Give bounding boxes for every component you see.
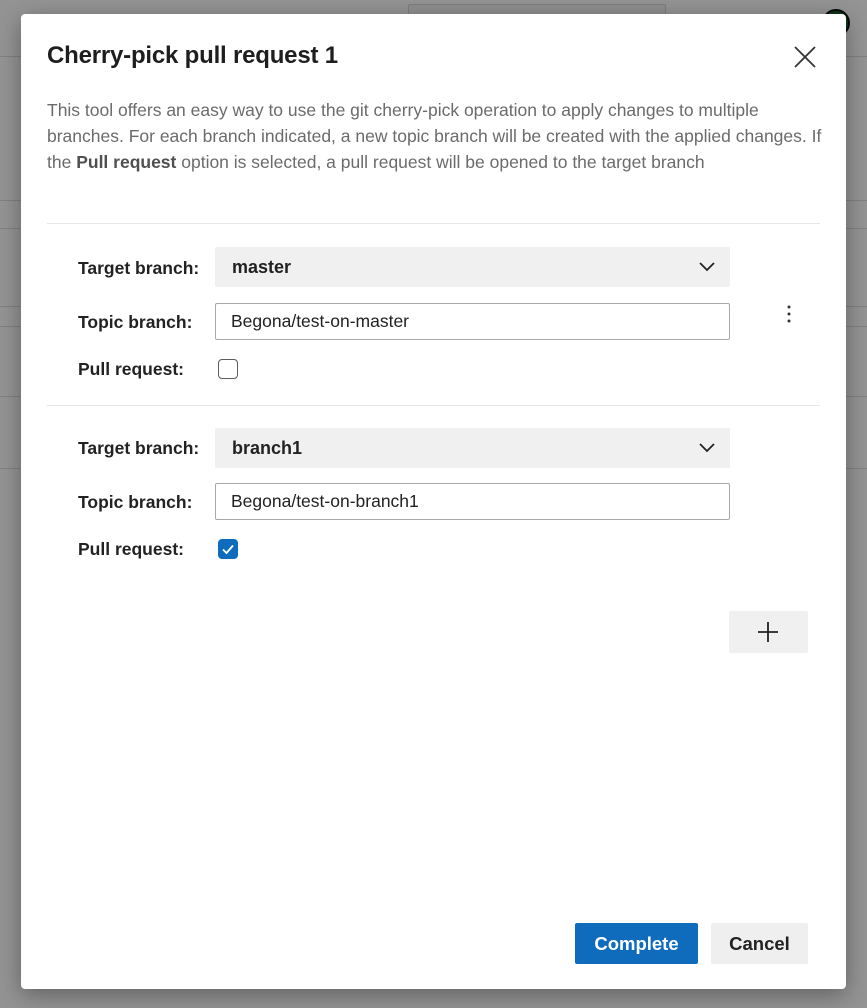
plus-icon — [758, 622, 778, 642]
topic-branch-label: Topic branch: — [78, 312, 193, 332]
checkmark-icon — [222, 544, 234, 555]
complete-button[interactable]: Complete — [575, 923, 698, 964]
close-icon — [794, 46, 816, 68]
pull-request-checkbox[interactable] — [218, 539, 238, 559]
pull-request-label: Pull request: — [78, 539, 184, 559]
more-vertical-icon — [787, 305, 791, 323]
target-branch-label: Target branch: — [78, 258, 200, 278]
dialog-description: This tool offers an easy way to use the … — [47, 97, 827, 175]
target-branch-value: branch1 — [232, 438, 303, 458]
section-divider — [47, 405, 820, 406]
chevron-down-icon — [699, 443, 715, 453]
topic-branch-field[interactable] — [215, 303, 730, 340]
target-branch-value: master — [232, 257, 292, 277]
chevron-down-icon — [699, 262, 715, 272]
cherry-pick-dialog: Cherry-pick pull request 1 This tool off… — [21, 14, 846, 989]
description-text: option is selected, a pull request will … — [176, 152, 705, 172]
target-branch-dropdown[interactable]: master — [215, 247, 730, 287]
pull-request-checkbox[interactable] — [218, 359, 238, 379]
close-button[interactable] — [787, 40, 823, 76]
topic-branch-input[interactable] — [216, 304, 729, 339]
description-bold: Pull request — [76, 152, 177, 172]
cancel-button[interactable]: Cancel — [711, 923, 808, 964]
topic-branch-label: Topic branch: — [78, 492, 193, 512]
topic-branch-input[interactable] — [216, 484, 729, 519]
pull-request-label: Pull request: — [78, 359, 184, 379]
target-branch-label: Target branch: — [78, 438, 200, 458]
more-options-button[interactable] — [779, 303, 799, 327]
topic-branch-field[interactable] — [215, 483, 730, 520]
add-branch-button[interactable] — [729, 611, 808, 653]
target-branch-dropdown[interactable]: branch1 — [215, 428, 730, 468]
section-divider — [47, 223, 820, 224]
dialog-title: Cherry-pick pull request 1 — [47, 42, 338, 69]
